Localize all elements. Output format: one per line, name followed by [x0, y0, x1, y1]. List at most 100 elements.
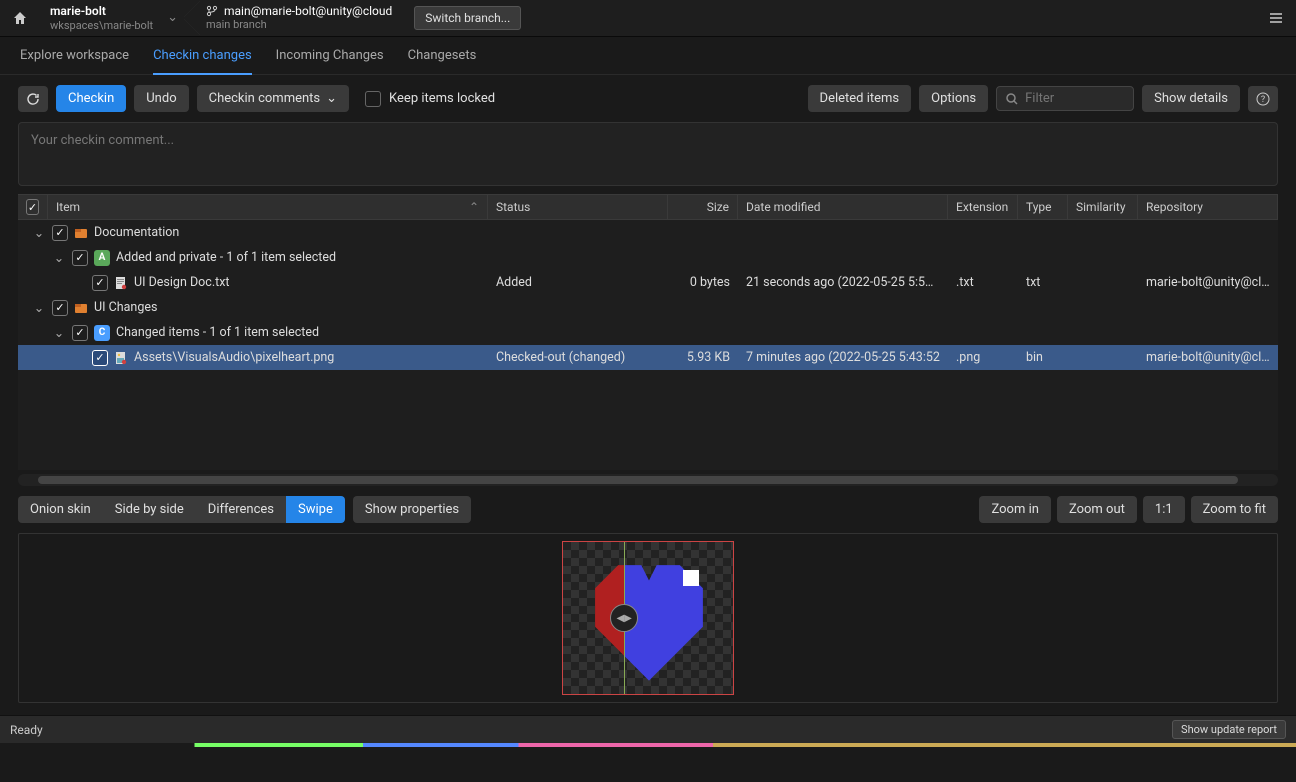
- row-checkbox[interactable]: [72, 325, 88, 341]
- checkin-comments-button[interactable]: Checkin comments ⌄: [197, 85, 349, 112]
- row-checkbox[interactable]: [92, 275, 108, 291]
- status-badge: C: [94, 325, 110, 341]
- column-date[interactable]: Date modified: [738, 195, 948, 219]
- file-icon: [114, 276, 128, 290]
- branch-sub: main branch: [206, 18, 392, 31]
- filter-box[interactable]: [996, 86, 1134, 111]
- file-name: Assets\VisualsAudio\pixelheart.png: [134, 350, 334, 365]
- workspace-breadcrumb[interactable]: marie-bolt wkspaces\marie-bolt ⌄: [36, 0, 192, 36]
- file-status: Added: [488, 275, 668, 290]
- table-header: Item⌃ Status Size Date modified Extensio…: [18, 194, 1278, 220]
- undo-button[interactable]: Undo: [134, 85, 188, 112]
- diff-mode-onion-skin[interactable]: Onion skin: [18, 496, 103, 523]
- file-type: txt: [1018, 275, 1068, 290]
- table-row[interactable]: ⌄ C Changed items - 1 of 1 item selected: [18, 320, 1278, 345]
- table-row[interactable]: ⌄ A Added and private - 1 of 1 item sele…: [18, 245, 1278, 270]
- chevron-down-icon: ⌄: [167, 10, 178, 25]
- show-properties-button[interactable]: Show properties: [353, 496, 471, 523]
- help-button[interactable]: ?: [1248, 86, 1278, 112]
- changelist-icon: [74, 226, 88, 240]
- row-checkbox[interactable]: [52, 225, 68, 241]
- swipe-after: [624, 542, 733, 694]
- row-checkbox[interactable]: [72, 250, 88, 266]
- column-size[interactable]: Size: [668, 195, 738, 219]
- keep-items-locked-checkbox[interactable]: [365, 91, 381, 107]
- image-file-icon: [114, 351, 128, 365]
- row-checkbox[interactable]: [52, 300, 68, 316]
- column-repository[interactable]: Repository: [1138, 195, 1278, 219]
- branch-full: main@marie-bolt@unity@cloud: [224, 4, 392, 18]
- file-name: UI Design Doc.txt: [134, 275, 230, 290]
- zoom-fit-button[interactable]: Zoom to fit: [1191, 496, 1278, 523]
- tab-explore-workspace[interactable]: Explore workspace: [20, 37, 129, 74]
- table-row[interactable]: Assets\VisualsAudio\pixelheart.png Check…: [18, 345, 1278, 370]
- row-checkbox[interactable]: [92, 350, 108, 366]
- subgroup-label: Changed items - 1 of 1 item selected: [116, 325, 319, 340]
- branch-breadcrumb[interactable]: main@marie-bolt@unity@cloud main branch: [192, 0, 406, 36]
- zoom-in-button[interactable]: Zoom in: [979, 496, 1050, 523]
- tab-checkin-changes[interactable]: Checkin changes: [153, 38, 252, 75]
- search-icon: [1005, 92, 1019, 106]
- column-type[interactable]: Type: [1018, 195, 1068, 219]
- tab-changesets[interactable]: Changesets: [408, 37, 477, 74]
- title-bar: marie-bolt wkspaces\marie-bolt ⌄ main@ma…: [0, 0, 1296, 37]
- main-tabs: Explore workspace Checkin changes Incomi…: [0, 37, 1296, 75]
- zoom-out-button[interactable]: Zoom out: [1057, 496, 1137, 523]
- keep-items-locked-option[interactable]: Keep items locked: [365, 91, 495, 107]
- swipe-comparison[interactable]: ◀▶: [562, 541, 734, 695]
- diff-viewer: ◀▶: [18, 533, 1278, 703]
- breadcrumb: marie-bolt wkspaces\marie-bolt ⌄ main@ma…: [36, 0, 521, 36]
- status-bar: Ready Show update report: [0, 715, 1296, 743]
- switch-branch-button[interactable]: Switch branch...: [414, 6, 521, 30]
- table-row[interactable]: UI Design Doc.txt Added 0 bytes 21 secon…: [18, 270, 1278, 295]
- file-type: bin: [1018, 350, 1068, 365]
- show-update-report-button[interactable]: Show update report: [1172, 720, 1286, 739]
- file-repo: marie-bolt@unity@clou: [1138, 350, 1278, 365]
- changes-table: Item⌃ Status Size Date modified Extensio…: [18, 194, 1278, 470]
- branch-icon: [206, 5, 218, 17]
- file-repo: marie-bolt@unity@clou: [1138, 275, 1278, 290]
- home-button[interactable]: [8, 6, 32, 30]
- options-button[interactable]: Options: [919, 85, 988, 112]
- table-row[interactable]: ⌄ Documentation: [18, 220, 1278, 245]
- changelist-icon: [74, 301, 88, 315]
- workspace-path: wkspaces\marie-bolt: [50, 19, 153, 32]
- column-item[interactable]: Item⌃: [48, 195, 488, 219]
- table-row[interactable]: ⌄ UI Changes: [18, 295, 1278, 320]
- expand-toggle[interactable]: ⌄: [32, 300, 46, 316]
- horizontal-scrollbar[interactable]: [18, 474, 1278, 486]
- status-badge: A: [94, 250, 110, 266]
- expand-toggle[interactable]: ⌄: [52, 250, 66, 266]
- swipe-handle[interactable]: ◀▶: [610, 604, 638, 632]
- shine-pixel: [683, 570, 699, 586]
- show-details-button[interactable]: Show details: [1142, 85, 1240, 112]
- file-date: 7 minutes ago (2022-05-25 5:43:52: [738, 350, 948, 365]
- filter-input[interactable]: [1025, 91, 1125, 106]
- deleted-items-button[interactable]: Deleted items: [808, 85, 912, 112]
- menu-button[interactable]: [1264, 6, 1288, 30]
- workspace-name: marie-bolt: [50, 4, 153, 18]
- diff-mode-segment: Onion skin Side by side Differences Swip…: [18, 496, 345, 523]
- checkin-comments-label: Checkin comments: [209, 91, 321, 106]
- checkin-comment-input[interactable]: Your checkin comment...: [18, 122, 1278, 186]
- column-check[interactable]: [18, 195, 48, 219]
- tab-incoming-changes[interactable]: Incoming Changes: [276, 37, 384, 74]
- checkin-toolbar: Checkin Undo Checkin comments ⌄ Keep ite…: [0, 75, 1296, 122]
- expand-toggle[interactable]: ⌄: [52, 325, 66, 341]
- diff-mode-side-by-side[interactable]: Side by side: [103, 496, 196, 523]
- column-status[interactable]: Status: [488, 195, 668, 219]
- refresh-button[interactable]: [18, 86, 48, 112]
- os-taskbar-hint: [0, 743, 1296, 747]
- file-size: 0 bytes: [668, 275, 738, 290]
- checkin-button[interactable]: Checkin: [56, 85, 126, 112]
- diff-mode-differences[interactable]: Differences: [196, 496, 286, 523]
- column-similarity[interactable]: Similarity: [1068, 195, 1138, 219]
- column-extension[interactable]: Extension: [948, 195, 1018, 219]
- diff-mode-swipe[interactable]: Swipe: [286, 496, 345, 523]
- table-body: ⌄ Documentation ⌄ A Added and private - …: [18, 220, 1278, 470]
- file-status: Checked-out (changed): [488, 350, 668, 365]
- file-date: 21 seconds ago (2022-05-25 5:50:0: [738, 275, 948, 290]
- file-ext: .txt: [948, 275, 1018, 290]
- expand-toggle[interactable]: ⌄: [32, 225, 46, 241]
- zoom-1to1-button[interactable]: 1:1: [1143, 496, 1185, 523]
